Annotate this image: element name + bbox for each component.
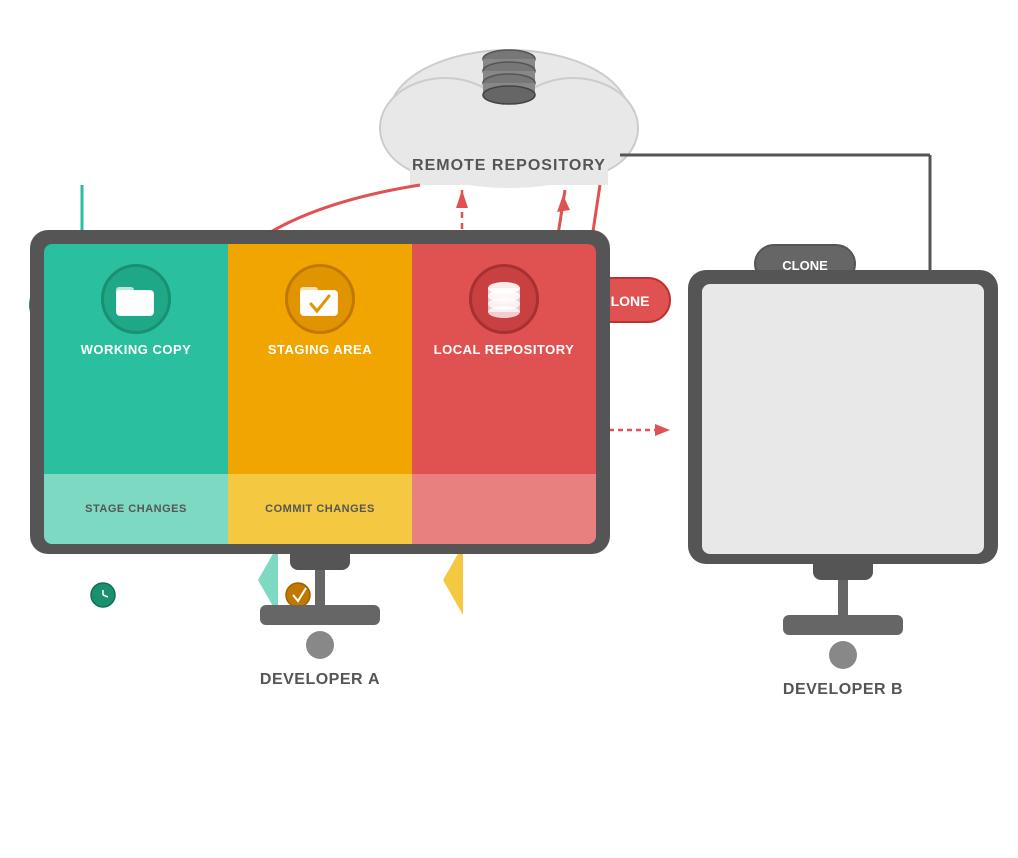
- monitor-a: WORKING COPY STAGING AREA: [30, 230, 610, 689]
- monitor-b-stand-top: [813, 564, 873, 580]
- db-icon: [483, 50, 535, 104]
- developer-a-label: DEVELOPER A: [30, 671, 610, 689]
- folder-icon: [116, 282, 156, 317]
- monitor-a-frame: WORKING COPY STAGING AREA: [30, 230, 610, 554]
- monitor-a-screen: WORKING COPY STAGING AREA: [44, 244, 596, 544]
- commit-changes-area: COMMIT CHANGES: [228, 474, 412, 544]
- local-repo-title: LOCAL REPOSITORY: [434, 342, 575, 359]
- remote-repo-label: REMOTE REPOSITORY: [412, 157, 606, 174]
- staging-area-title: STAGING AREA: [268, 342, 372, 359]
- cloud-shape: [380, 50, 638, 188]
- folder-check-icon: [300, 282, 340, 317]
- developer-b-label: DEVELOPER B: [688, 681, 998, 699]
- diagram-container: REMOTE REPOSITORY CLONE PULL FETCH PUSH: [0, 0, 1018, 858]
- monitor-a-stand-top: [290, 554, 350, 570]
- local-bottom: [412, 474, 596, 544]
- working-copy-icon-circle: [101, 264, 171, 334]
- monitor-b: DEVELOPER B: [688, 270, 998, 699]
- monitor-b-stand-base: [783, 615, 903, 635]
- monitor-a-stand-base: [260, 605, 380, 625]
- commit-changes-label: COMMIT CHANGES: [265, 502, 375, 516]
- monitor-b-screen: [702, 284, 984, 554]
- local-db-icon: [485, 280, 523, 318]
- monitor-b-knob: [829, 641, 857, 669]
- monitor-b-stand-neck: [838, 580, 848, 615]
- staging-area-icon-circle: [285, 264, 355, 334]
- monitor-a-knob: [306, 631, 334, 659]
- local-repo-icon-circle: [469, 264, 539, 334]
- screen-bottom: STAGE CHANGES COMMIT CHANGES: [44, 474, 596, 544]
- working-copy-title: WORKING COPY: [81, 342, 192, 359]
- monitor-b-frame: [688, 270, 998, 564]
- stage-changes-area: STAGE CHANGES: [44, 474, 228, 544]
- monitor-a-stand-neck: [315, 570, 325, 605]
- stage-changes-label: STAGE CHANGES: [85, 502, 187, 516]
